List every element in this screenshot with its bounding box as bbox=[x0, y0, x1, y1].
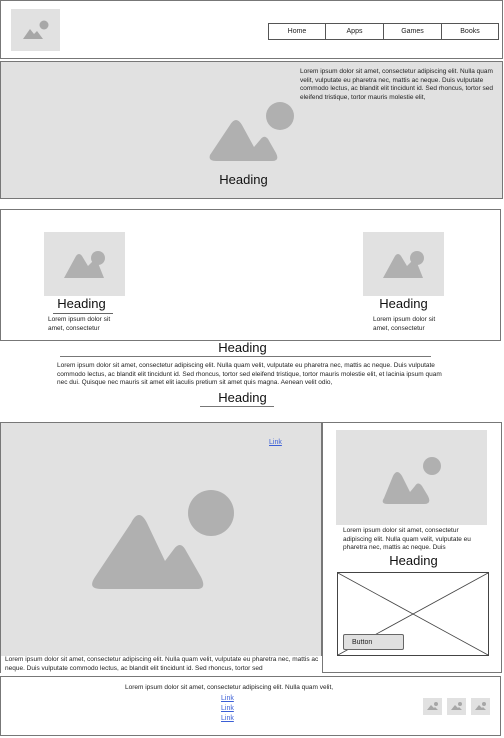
footer: Lorem ipsum dolor sit amet, consectetur … bbox=[0, 676, 501, 736]
middle-heading-2: Heading bbox=[218, 390, 267, 405]
card-image bbox=[44, 232, 125, 296]
nav-books[interactable]: Books bbox=[442, 23, 499, 40]
feature-image-icon bbox=[92, 490, 234, 589]
footer-link[interactable]: Link bbox=[221, 705, 234, 712]
hero-image-icon bbox=[209, 102, 294, 161]
sidebar-placeholder-box: Button bbox=[337, 572, 489, 656]
card-divider bbox=[53, 313, 113, 314]
hero-text: Lorem ipsum dolor sit amet, consectetur … bbox=[300, 68, 493, 101]
sidebar-button[interactable]: Button bbox=[343, 634, 404, 650]
card-heading: Heading bbox=[379, 296, 428, 311]
nav-apps[interactable]: Apps bbox=[326, 23, 384, 40]
middle-divider bbox=[60, 356, 431, 357]
feature-link[interactable]: Link bbox=[269, 439, 282, 446]
feature-section: Link Lorem ipsum dolor sit amet, consect… bbox=[0, 422, 323, 674]
social-icon[interactable] bbox=[471, 698, 490, 715]
footer-link[interactable]: Link bbox=[221, 715, 234, 722]
hero-heading: Heading bbox=[219, 172, 268, 187]
hero-section: Lorem ipsum dolor sit amet, consectetur … bbox=[0, 61, 503, 199]
footer-link[interactable]: Link bbox=[221, 695, 234, 702]
footer-text: Lorem ipsum dolor sit amet, consectetur … bbox=[125, 684, 334, 691]
sidebar-image bbox=[336, 430, 487, 525]
cards-section: Heading Lorem ipsum dolor sit amet, cons… bbox=[0, 209, 501, 341]
middle-text: Lorem ipsum dolor sit amet, consectetur … bbox=[57, 362, 442, 387]
logo-image bbox=[11, 9, 60, 51]
middle-heading: Heading bbox=[218, 340, 267, 355]
sidebar-section: Lorem ipsum dolor sit amet, consectetur … bbox=[322, 422, 502, 673]
card-text: Lorem ipsum dolor sit amet, consectetur bbox=[373, 316, 436, 332]
card-image bbox=[363, 232, 444, 296]
main-nav: Home Apps Games Books bbox=[268, 23, 499, 40]
social-icon[interactable] bbox=[447, 698, 466, 715]
middle-divider-2 bbox=[200, 406, 274, 407]
nav-games[interactable]: Games bbox=[384, 23, 442, 40]
sidebar-text: Lorem ipsum dolor sit amet, consectetur … bbox=[343, 527, 471, 552]
feature-caption: Lorem ipsum dolor sit amet, consectetur … bbox=[1, 656, 323, 674]
header: Home Apps Games Books bbox=[0, 0, 503, 59]
nav-home[interactable]: Home bbox=[268, 23, 326, 40]
social-icon[interactable] bbox=[423, 698, 442, 715]
card-text: Lorem ipsum dolor sit amet, consectetur bbox=[48, 316, 111, 332]
card-heading: Heading bbox=[57, 296, 106, 311]
sidebar-heading: Heading bbox=[389, 553, 438, 568]
